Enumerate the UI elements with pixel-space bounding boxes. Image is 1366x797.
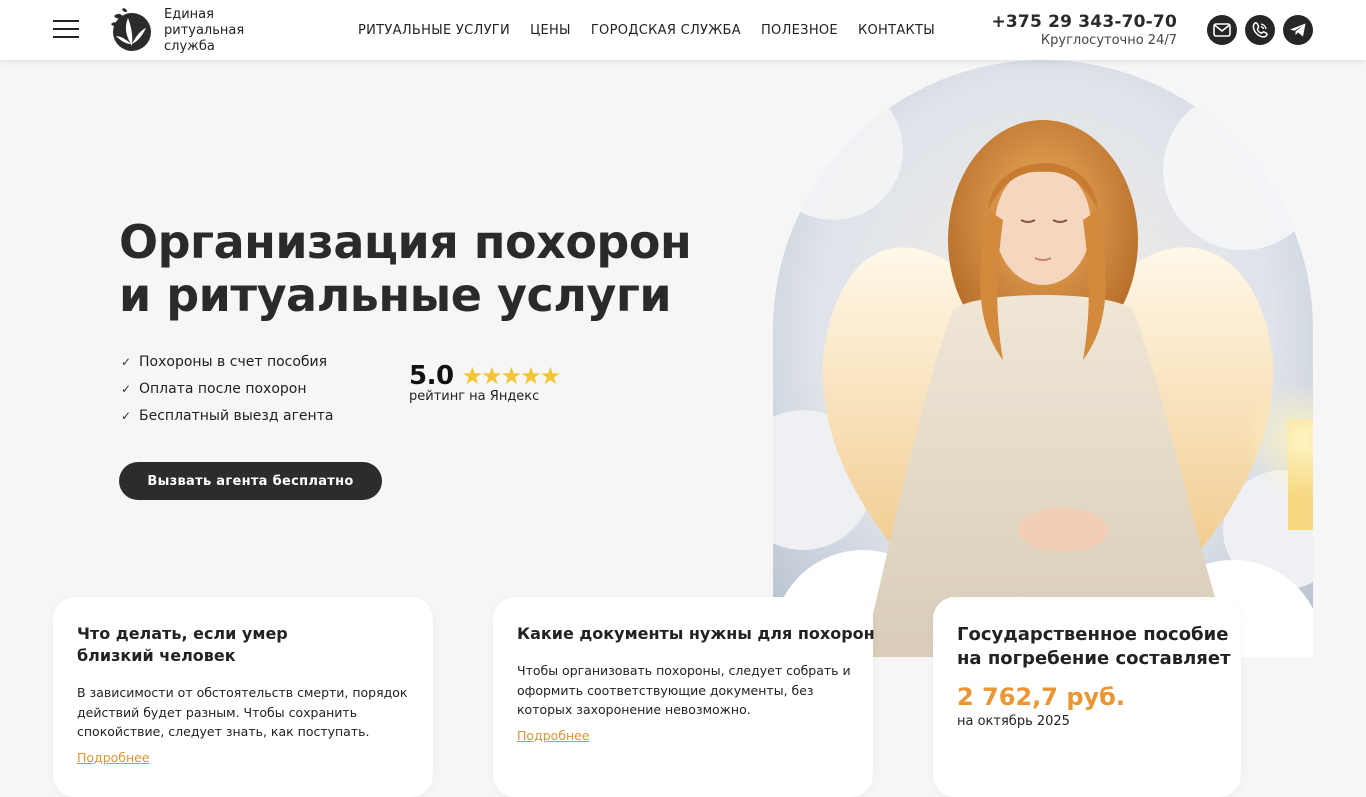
card-text: Чтобы организовать похороны, следует соб… [517, 663, 851, 717]
list-item: ✓ Оплата после похорон [121, 376, 333, 403]
allowance-date: на октябрь 2025 [957, 714, 1070, 729]
card-text: В зависимости от обстоятельств смерти, п… [77, 685, 408, 739]
allowance-amount: 2 762,7 руб. [957, 683, 1126, 711]
card-title-line: Что делать, если умер [77, 624, 288, 643]
card-what-to-do: Что делать, если умер близкий человек В … [53, 597, 433, 797]
card-title-line: Какие документы нужны для похорон [517, 624, 875, 643]
check-icon: ✓ [121, 355, 132, 369]
nav-contacts[interactable]: КОНТАКТЫ [858, 23, 935, 38]
card-title-line: Государственное пособие [957, 624, 1229, 645]
card-title-line: на погребение составляет [957, 648, 1231, 669]
list-item: ✓ Похороны в счет пособия [121, 349, 333, 376]
brand-line: Единая [164, 7, 214, 22]
angel-hero-image [773, 60, 1313, 657]
lily-logo-icon[interactable] [108, 6, 152, 54]
card-documents: Какие документы нужны для похорон Чтобы … [493, 597, 875, 797]
list-item: ✓ Бесплатный выезд агента [121, 403, 333, 430]
benefit-text: Оплата после похорон [139, 381, 307, 397]
card-state-allowance: Государственное пособие на погребение со… [933, 597, 1241, 797]
brand-name[interactable]: Единая ритуальная служба [164, 7, 274, 55]
more-link[interactable]: Подробнее [77, 750, 150, 765]
card-title: Что делать, если умер близкий человек [77, 623, 288, 667]
nav-useful[interactable]: ПОЛЕЗНОЕ [761, 23, 838, 38]
nav-prices[interactable]: ЦЕНЫ [530, 23, 571, 38]
site-header: Единая ритуальная служба РИТУАЛЬНЫЕ УСЛУ… [0, 0, 1366, 60]
title-line: и ритуальные услуги [119, 268, 672, 322]
yandex-rating[interactable]: 5.0 ★★★★★ рейтинг на Яндекс [409, 361, 562, 404]
title-line: Организация похорон [119, 215, 692, 269]
brand-line: ритуальная [164, 23, 245, 38]
nav-city-service[interactable]: ГОРОДСКАЯ СЛУЖБА [591, 23, 741, 38]
more-link[interactable]: Подробнее [517, 728, 590, 743]
check-icon: ✓ [121, 382, 132, 396]
phone-block: +375 29 343-70-70 Круглосуточно 24/7 [991, 12, 1177, 48]
contact-icons [1207, 15, 1313, 45]
brand-line: служба [164, 39, 215, 54]
card-title: Какие документы нужны для похорон [517, 623, 875, 645]
card-title-line: близкий человек [77, 646, 236, 665]
benefits-list: ✓ Похороны в счет пособия ✓ Оплата после п… [121, 349, 333, 430]
working-hours: Круглосуточно 24/7 [1040, 33, 1177, 48]
card-title: Государственное пособие на погребение со… [957, 623, 1231, 671]
rating-score: 5.0 ★★★★★ [409, 361, 562, 391]
star-rating-icon: ★★★★★ [461, 362, 562, 390]
viber-icon[interactable] [1245, 15, 1275, 45]
telegram-icon[interactable] [1283, 15, 1313, 45]
rating-value: 5.0 [409, 361, 454, 391]
mail-icon[interactable] [1207, 15, 1237, 45]
benefit-text: Бесплатный выезд агента [139, 408, 334, 424]
call-agent-button[interactable]: Вызвать агента бесплатно [119, 462, 382, 500]
benefit-text: Похороны в счет пособия [139, 354, 328, 370]
rating-caption: рейтинг на Яндекс [409, 389, 540, 404]
menu-burger-icon[interactable] [53, 20, 79, 40]
phone-number-link[interactable]: +375 29 343-70-70 [991, 12, 1177, 32]
check-icon: ✓ [121, 409, 132, 423]
nav-ritual-services[interactable]: РИТУАЛЬНЫЕ УСЛУГИ [358, 23, 510, 38]
main-nav: РИТУАЛЬНЫЕ УСЛУГИ ЦЕНЫ ГОРОДСКАЯ СЛУЖБА … [358, 23, 955, 38]
page-title: Организация похорон и ритуальные услуги [119, 215, 692, 322]
